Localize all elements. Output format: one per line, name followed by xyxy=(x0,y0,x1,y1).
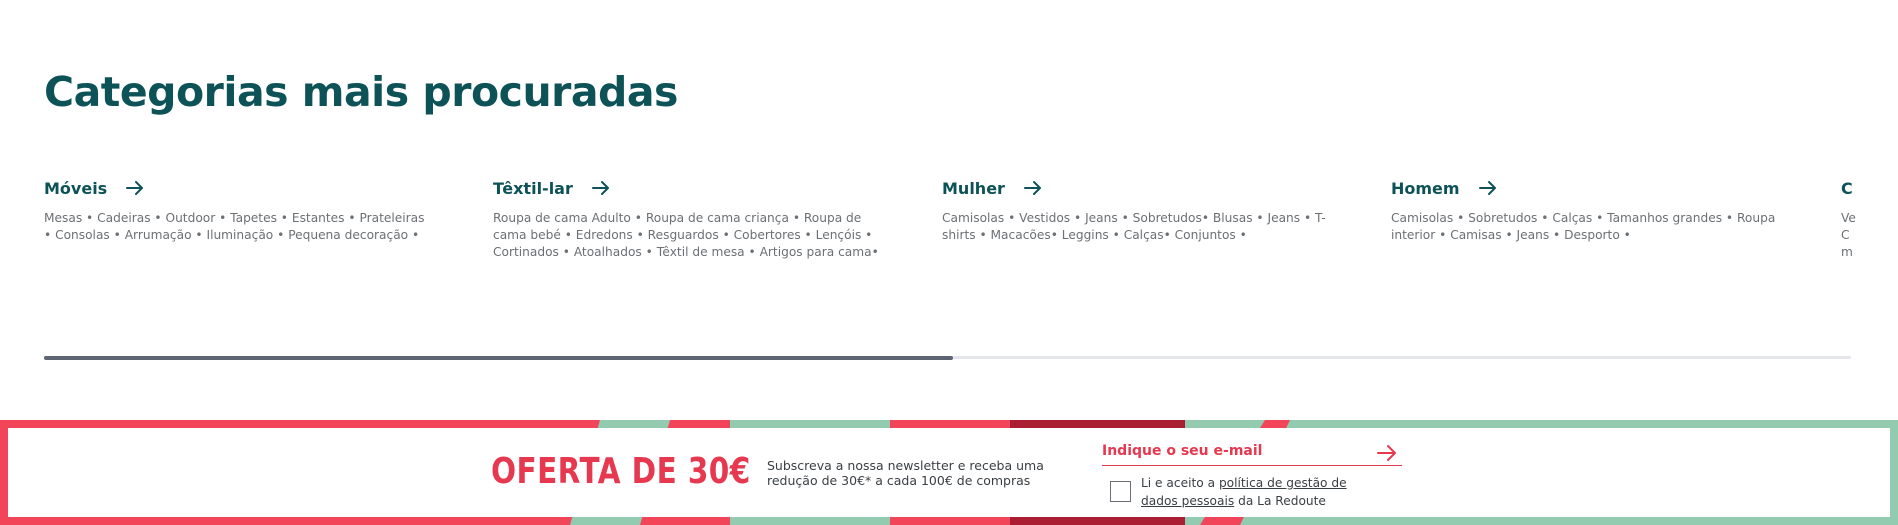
category-items: Ve C m xyxy=(1841,211,1856,259)
newsletter-description: Subscreva a nossa newsletter e receba um… xyxy=(767,458,1044,488)
consent-label: Li e aceito a política de gestão de dado… xyxy=(1141,474,1371,510)
arrow-right-icon[interactable] xyxy=(125,178,145,198)
category-partial[interactable]: C Ve C m xyxy=(1841,177,1863,261)
category-title[interactable]: Móveis xyxy=(44,179,107,198)
category-header[interactable]: Móveis xyxy=(44,177,434,199)
category-moveis[interactable]: Móveis Mesas • Cadeiras • Outdoor • Tape… xyxy=(44,177,434,244)
category-items: Mesas • Cadeiras • Outdoor • Tapetes • E… xyxy=(44,211,425,242)
consent-checkbox[interactable] xyxy=(1110,481,1131,502)
category-header[interactable]: Homem xyxy=(1391,177,1781,199)
consent-prefix: Li e aceito a xyxy=(1141,476,1219,490)
consent-suffix: da La Redoute xyxy=(1234,494,1326,508)
category-header[interactable]: C xyxy=(1841,177,1863,199)
carousel-scrollbar-thumb[interactable] xyxy=(44,355,953,360)
section-title: Categorias mais procuradas xyxy=(44,68,678,116)
carousel-scrollbar[interactable] xyxy=(44,355,1851,360)
category-title[interactable]: Mulher xyxy=(942,179,1005,198)
category-items: Roupa de cama Adulto • Roupa de cama cri… xyxy=(493,211,879,259)
category-title[interactable]: Têxtil-lar xyxy=(493,179,573,198)
category-header[interactable]: Têxtil-lar xyxy=(493,177,883,199)
category-homem[interactable]: Homem Camisolas • Sobretudos • Calças • … xyxy=(1391,177,1781,244)
category-mulher[interactable]: Mulher Camisolas • Vestidos • Jeans • So… xyxy=(942,177,1332,244)
arrow-right-icon[interactable] xyxy=(1376,442,1398,464)
category-items: Camisolas • Sobretudos • Calças • Tamanh… xyxy=(1391,211,1776,242)
email-field[interactable] xyxy=(1102,440,1402,466)
category-title[interactable]: C xyxy=(1841,179,1853,198)
category-items: Camisolas • Vestidos • Jeans • Sobretudo… xyxy=(942,211,1326,242)
category-textil-lar[interactable]: Têxtil-lar Roupa de cama Adulto • Roupa … xyxy=(493,177,883,261)
offer-title: OFERTA DE 30€ xyxy=(491,451,751,492)
arrow-right-icon[interactable] xyxy=(1023,178,1043,198)
arrow-right-icon[interactable] xyxy=(1478,178,1498,198)
email-input[interactable] xyxy=(1102,440,1362,462)
category-title[interactable]: Homem xyxy=(1391,179,1460,198)
arrow-right-icon[interactable] xyxy=(591,178,611,198)
category-header[interactable]: Mulher xyxy=(942,177,1332,199)
